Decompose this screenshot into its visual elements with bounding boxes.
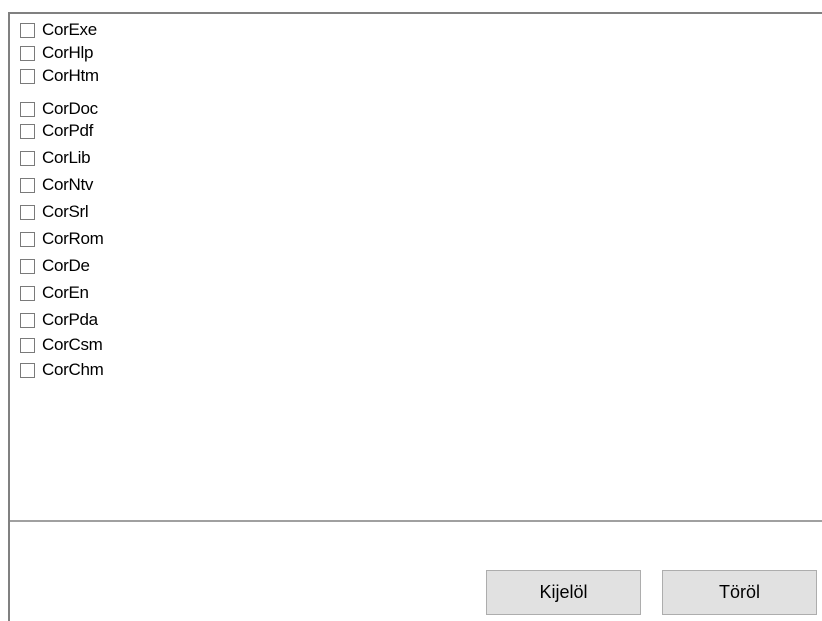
list-item-label: CorRom: [42, 229, 104, 248]
list-item[interactable]: CorEn: [20, 283, 89, 303]
checkbox-list[interactable]: CorExe CorHlp CorHtm CorDoc CorPdf CorLi…: [10, 14, 822, 522]
dialog-window: CorExe CorHlp CorHtm CorDoc CorPdf CorLi…: [0, 0, 822, 621]
list-item[interactable]: CorDoc: [20, 99, 98, 119]
checkbox[interactable]: [20, 68, 35, 84]
checkbox[interactable]: [20, 150, 35, 166]
list-item-label: CorNtv: [42, 175, 94, 194]
list-item-label: CorEn: [42, 283, 89, 302]
list-item-label: CorSrl: [42, 202, 89, 221]
list-item-label: CorDoc: [42, 99, 98, 118]
list-item-label: CorLib: [42, 148, 91, 167]
checkbox[interactable]: [20, 285, 35, 301]
list-item[interactable]: CorPda: [20, 310, 98, 330]
delete-button[interactable]: Töröl: [662, 570, 817, 615]
checkbox[interactable]: [20, 362, 35, 378]
list-item-label: CorHtm: [42, 66, 99, 85]
list-item-label: CorPdf: [42, 121, 94, 140]
list-item[interactable]: CorSrl: [20, 202, 89, 222]
list-item-label: CorChm: [42, 360, 104, 379]
list-item[interactable]: CorNtv: [20, 175, 93, 195]
list-item[interactable]: CorRom: [20, 229, 104, 249]
list-item[interactable]: CorLib: [20, 148, 91, 168]
checkbox[interactable]: [20, 258, 35, 274]
checkbox[interactable]: [20, 22, 35, 38]
select-button[interactable]: Kijelöl: [486, 570, 641, 615]
list-item-label: CorDe: [42, 256, 90, 275]
checkbox[interactable]: [20, 337, 35, 353]
list-item[interactable]: CorHtm: [20, 66, 99, 86]
checkbox[interactable]: [20, 45, 35, 61]
checkbox[interactable]: [20, 177, 35, 193]
list-item-label: CorExe: [42, 20, 97, 39]
checkbox[interactable]: [20, 312, 35, 328]
list-item[interactable]: CorChm: [20, 360, 104, 380]
list-item-label: CorPda: [42, 310, 98, 329]
list-item[interactable]: CorHlp: [20, 43, 93, 63]
list-item-label: CorCsm: [42, 335, 103, 354]
list-item[interactable]: CorPdf: [20, 121, 93, 141]
list-item[interactable]: CorCsm: [20, 335, 103, 355]
checkbox[interactable]: [20, 123, 35, 139]
list-item-label: CorHlp: [42, 43, 94, 62]
list-item[interactable]: CorExe: [20, 20, 97, 40]
checkbox[interactable]: [20, 101, 35, 117]
checkbox[interactable]: [20, 204, 35, 220]
checkbox[interactable]: [20, 231, 35, 247]
list-item[interactable]: CorDe: [20, 256, 90, 276]
